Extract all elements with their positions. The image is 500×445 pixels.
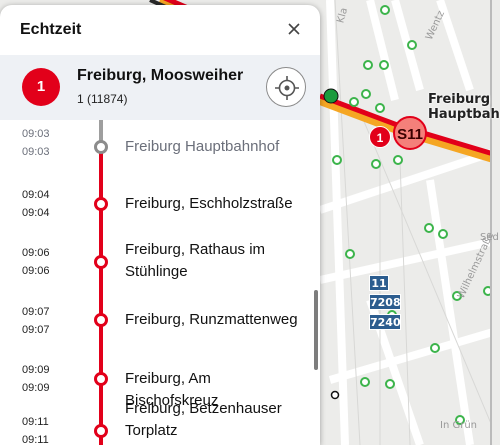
stop-name: Freiburg Hauptbahnhof	[125, 138, 280, 155]
arrival-time: 09:07	[22, 306, 50, 318]
stop-dot	[94, 313, 108, 327]
close-button[interactable]	[284, 19, 304, 39]
stop-name: Freiburg, Runzmattenweg	[125, 311, 298, 328]
station-label[interactable]: Freiburg Hauptbahnhof	[428, 92, 500, 122]
departure-time: 09:09	[22, 382, 50, 394]
arrival-time: 09:04	[22, 189, 50, 201]
street-label-grun: In Grün	[440, 420, 478, 431]
crosshair-icon	[275, 76, 299, 100]
stop-dot	[94, 197, 108, 211]
realtime-panel: Echtzeit 1 Freiburg, Moosweiher 1 (11874…	[0, 5, 320, 445]
departure-time: 09:07	[22, 324, 50, 336]
vehicle-info: 1 Freiburg, Moosweiher 1 (11874)	[0, 55, 320, 120]
arrival-time: 09:11	[22, 416, 49, 428]
bus-route-7240[interactable]: 7240	[369, 314, 401, 330]
locate-vehicle-button[interactable]	[266, 67, 306, 107]
timeline-upcoming	[99, 144, 103, 445]
sbahn-s11-map-badge[interactable]: S11	[393, 116, 427, 150]
scrollbar[interactable]	[314, 290, 318, 370]
bus-route-11[interactable]: 11	[369, 275, 389, 291]
departure-time: 09:03	[22, 146, 50, 158]
departure-time: 09:06	[22, 265, 50, 277]
departure-time: 09:11	[22, 434, 49, 445]
destination: Freiburg, Moosweiher	[77, 67, 244, 84]
stop-dot	[94, 255, 108, 269]
bus-route-7208[interactable]: 7208	[369, 294, 401, 310]
stop-name: Freiburg, Eschholzstraße	[125, 195, 293, 212]
stop-dot	[94, 424, 108, 438]
arrival-time: 09:06	[22, 247, 50, 259]
stop-list[interactable]: 09:03 09:03 Freiburg Hauptbahnhof 09:04 …	[0, 120, 320, 445]
stop-dot	[94, 372, 108, 386]
panel-title: Echtzeit	[20, 21, 82, 38]
departure-time: 09:04	[22, 207, 50, 219]
station-label-line2: Hauptbahnhof	[428, 107, 500, 122]
close-icon	[288, 23, 300, 35]
line-badge: 1	[22, 68, 60, 106]
stop-name: Freiburg, Rathaus im Stühlinge	[125, 241, 266, 280]
vehicle-id: 1 (11874)	[77, 92, 128, 106]
arrival-time: 09:09	[22, 364, 50, 376]
tram-1-map-badge[interactable]: 1	[369, 126, 391, 148]
panel-header: Echtzeit	[0, 5, 320, 55]
arrival-time: 09:03	[22, 128, 50, 140]
stop-dot	[94, 140, 108, 154]
stop-name: Freiburg, Betzenhauser Torplatz	[125, 400, 282, 439]
station-label-line1: Freiburg	[428, 92, 491, 107]
